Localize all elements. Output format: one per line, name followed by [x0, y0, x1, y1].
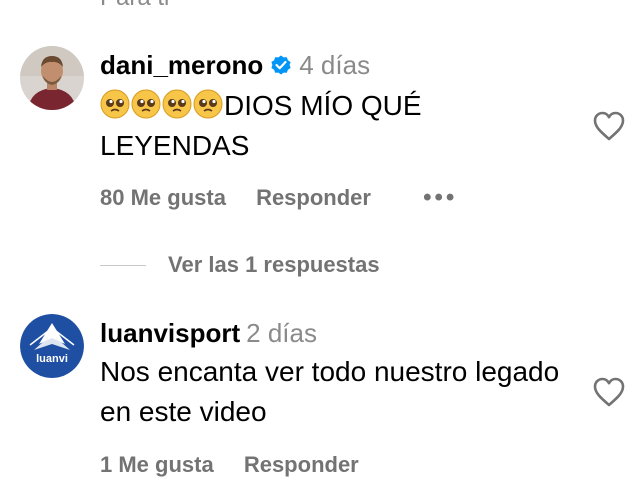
pleading-face-emoji-icon: [131, 89, 161, 119]
pleading-face-emoji-icon: [162, 89, 192, 119]
avatar[interactable]: [20, 46, 84, 110]
comment-text: Nos encanta ver todo nuestro legado en e…: [100, 352, 570, 432]
cut-off-text: Para ti: [100, 0, 169, 12]
replies-divider: [100, 264, 146, 266]
heart-icon[interactable]: [592, 376, 626, 408]
comment-text: DIOS MÍO QUÉ LEYENDAS: [100, 86, 570, 166]
comment-actions: 80 Me gusta Responder •••: [100, 184, 457, 212]
username[interactable]: luanvisport: [100, 318, 240, 348]
avatar-image: [20, 46, 84, 110]
comment-header: luanvisport 2 días: [100, 318, 317, 349]
more-options-icon[interactable]: •••: [423, 184, 457, 212]
timestamp: 2 días: [246, 318, 317, 348]
heart-icon[interactable]: [592, 110, 626, 142]
logo-wordmark: luanvi: [36, 353, 68, 365]
luanvi-logo-icon: luanvi: [20, 314, 84, 378]
comment-actions: 1 Me gusta Responder: [100, 452, 359, 478]
verified-badge-icon: [271, 55, 291, 75]
view-replies-label: Ver las 1 respuestas: [168, 252, 380, 277]
view-replies-button[interactable]: Ver las 1 respuestas: [100, 252, 380, 278]
avatar[interactable]: luanvi: [20, 314, 84, 378]
username[interactable]: dani_merono: [100, 50, 263, 80]
comment-header: dani_merono 4 días: [100, 50, 370, 81]
pleading-face-emoji-icon: [100, 89, 130, 119]
timestamp: 4 días: [299, 50, 371, 80]
comment-text-content: Nos encanta ver todo nuestro legado en e…: [100, 356, 560, 427]
likes-count[interactable]: 1 Me gusta: [100, 452, 214, 478]
pleading-face-emoji-icon: [193, 89, 223, 119]
likes-count[interactable]: 80 Me gusta: [100, 185, 226, 211]
reply-button[interactable]: Responder: [256, 185, 371, 211]
reply-button[interactable]: Responder: [244, 452, 359, 478]
